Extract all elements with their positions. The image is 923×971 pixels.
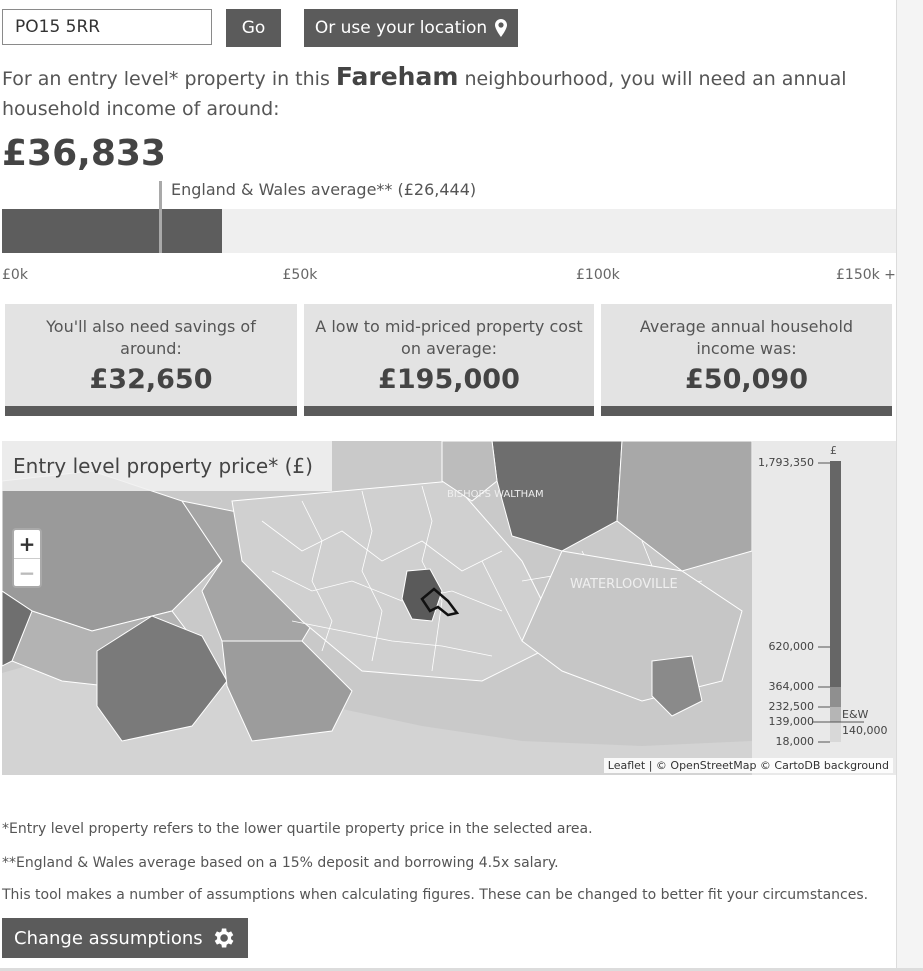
page-right-gutter: [896, 0, 923, 971]
zoom-in-button[interactable]: +: [14, 530, 40, 558]
intro-text-before: For an entry level* property in this: [2, 68, 336, 90]
footnote-entry-level: *Entry level property refers to the lowe…: [2, 821, 593, 837]
legend-band-low: [830, 722, 841, 742]
change-assumptions-button[interactable]: Change assumptions: [2, 918, 248, 958]
legend-value-label: 18,000: [775, 735, 815, 748]
neighbourhood-name: Fareham: [335, 62, 459, 91]
map-zoom-control: + −: [12, 528, 42, 588]
property-price-map[interactable]: WATERLOOVILLE BISHOPS WALTHAM Entry leve…: [2, 441, 896, 775]
property-cost-box: A low to mid-priced property cost on ave…: [304, 304, 594, 416]
use-location-label: Or use your location: [314, 18, 488, 38]
savings-label: You'll also need savings of around:: [46, 317, 256, 358]
map-label-bishops-waltham: BISHOPS WALTHAM: [447, 489, 544, 500]
map-label-waterlooville: WATERLOOVILLE: [570, 577, 678, 592]
zoom-out-button[interactable]: −: [14, 558, 40, 587]
use-location-button[interactable]: Or use your location: [304, 9, 518, 47]
savings-value: £32,650: [89, 364, 213, 395]
property-cost-label: A low to mid-priced property cost on ave…: [315, 317, 583, 358]
household-income-value: £50,090: [685, 364, 808, 395]
household-income-box: Average annual household income was: £50…: [601, 304, 892, 416]
gear-icon: [214, 928, 234, 948]
required-income-value: £36,833: [2, 133, 166, 174]
axis-tick-label: £0k: [2, 267, 28, 283]
map-pin-icon: [495, 19, 508, 37]
household-income-label: Average annual household income was:: [639, 317, 854, 358]
axis-tick-label: £50k: [282, 267, 318, 283]
legend-value-label: 1,793,350: [758, 456, 814, 469]
footnote-average: **England & Wales average based on a 15%…: [2, 855, 559, 871]
axis-tick-label: £100k: [576, 267, 620, 283]
go-button-label: Go: [241, 18, 266, 38]
map-title: Entry level property price* (£): [2, 441, 332, 491]
average-income-marker: [158, 181, 162, 253]
legend-band-top: [830, 461, 841, 687]
legend-value-label: 620,000: [768, 640, 815, 653]
postcode-search-input[interactable]: [2, 9, 212, 45]
assumptions-note: This tool makes a number of assumptions …: [2, 887, 869, 903]
property-cost-value: £195,000: [378, 364, 520, 395]
income-bar-fill: [2, 209, 222, 253]
intro-text: For an entry level* property in this Far…: [2, 62, 882, 124]
legend-value-label: 139,000: [768, 715, 815, 728]
map-legend: £ 1,793,350 620,000 364,000 232,500 139,000 1…: [752, 441, 896, 775]
legend-ew-label: E&W: [842, 708, 869, 721]
legend-band-mid: [830, 707, 841, 722]
legend-value-label: 364,000: [768, 680, 815, 693]
map-attribution[interactable]: Leaflet | © OpenStreetMap © CartoDB back…: [603, 758, 893, 773]
change-assumptions-label: Change assumptions: [14, 927, 203, 949]
savings-box: You'll also need savings of around: £32,…: [5, 304, 297, 416]
axis-tick-label: £150k +: [836, 267, 896, 283]
legend-ew-value: 140,000: [842, 724, 888, 737]
average-income-label: England & Wales average** (£26,444): [171, 180, 477, 199]
legend-value-label: 232,500: [768, 700, 815, 713]
go-button[interactable]: Go: [226, 9, 281, 47]
legend-band-upper-mid: [830, 687, 841, 707]
